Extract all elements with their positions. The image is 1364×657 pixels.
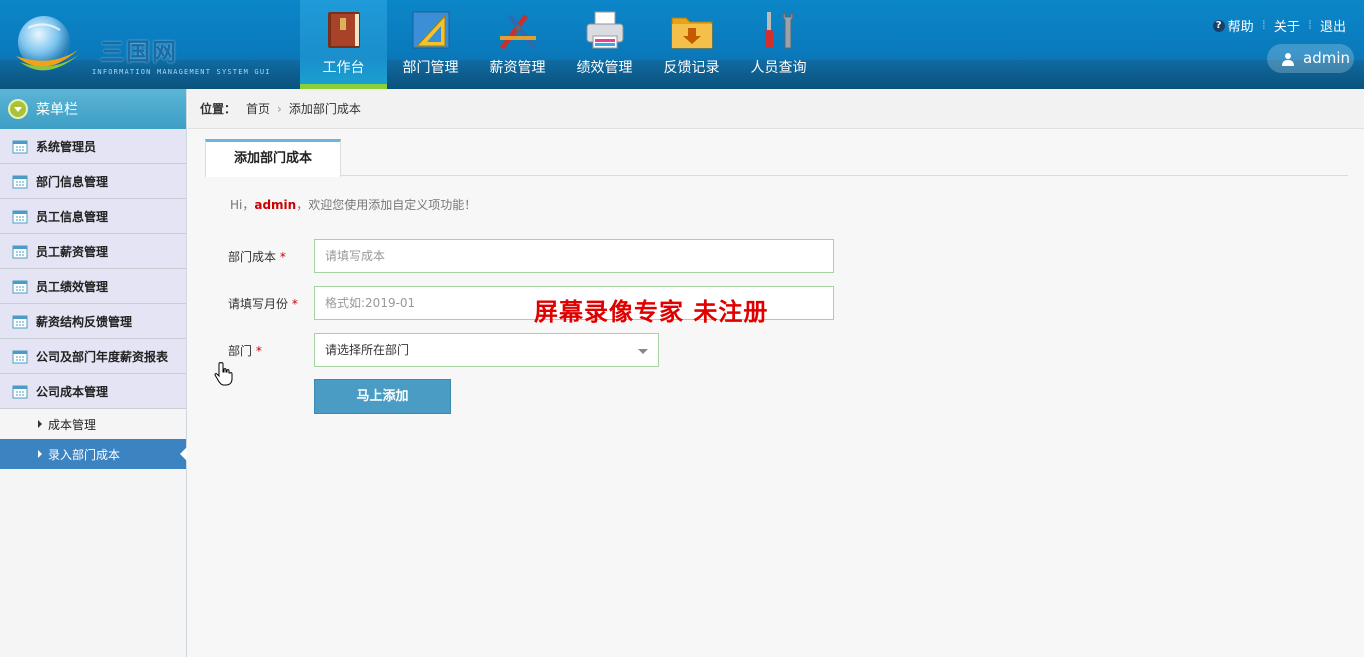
- folder-download-icon: [671, 17, 713, 49]
- calendar-icon: [12, 385, 28, 398]
- calendar-icon: [12, 245, 28, 258]
- nav-item-staff-query[interactable]: 人员查询: [735, 0, 822, 89]
- sidebar: 菜单栏 系统管理员 部门信息管理 员工信息管理 员工薪资管理 员工绩效管理 薪资…: [0, 89, 187, 657]
- nav-item-feedback[interactable]: 反馈记录: [648, 0, 735, 89]
- logout-link[interactable]: 退出: [1320, 16, 1346, 35]
- calendar-icon: [12, 280, 28, 293]
- sidebar-item-label: 系统管理员: [36, 139, 97, 154]
- calendar-icon: [12, 315, 28, 328]
- sidebar-header[interactable]: 菜单栏: [0, 89, 186, 129]
- sidebar-item-label: 部门信息管理: [36, 174, 109, 189]
- tools-icon: [500, 14, 536, 50]
- link-separator: ⁞: [1307, 18, 1312, 33]
- cost-label: 部门成本 *: [228, 248, 314, 265]
- tab-add-department-cost[interactable]: 添加部门成本: [205, 139, 341, 177]
- nav-label: 部门管理: [402, 60, 459, 76]
- sidebar-subitem-label: 录入部门成本: [48, 447, 121, 462]
- department-select[interactable]: 请选择所在部门: [314, 333, 659, 367]
- link-separator: ⁞: [1261, 18, 1266, 33]
- hand-cursor-icon: [214, 362, 233, 386]
- sidebar-subitem-enter-department-cost[interactable]: 录入部门成本: [0, 439, 187, 469]
- chevron-down-icon: [8, 99, 28, 119]
- nav-label: 绩效管理: [576, 60, 633, 76]
- department-label: 部门 *: [228, 342, 314, 359]
- nav-item-workbench[interactable]: 工作台: [300, 0, 387, 89]
- breadcrumb-chevron-icon: ›: [277, 101, 282, 116]
- nav-label: 人员查询: [750, 60, 807, 76]
- nav-item-salary[interactable]: 薪资管理: [474, 0, 561, 89]
- help-link[interactable]: 帮助: [1228, 16, 1254, 35]
- cost-row: 部门成本 * 请填写成本: [228, 239, 834, 273]
- required-mark: *: [291, 296, 298, 311]
- calendar-icon: [12, 210, 28, 223]
- globe-logo-icon: [16, 16, 80, 71]
- sidebar-item-department-info[interactable]: 部门信息管理: [0, 164, 186, 199]
- month-label-text: 请填写月份: [228, 296, 289, 311]
- watermark-text: 屏幕录像专家 未注册: [534, 297, 769, 326]
- nav-label: 薪资管理: [489, 60, 546, 76]
- logo-subtitle: INFORMATION MANAGEMENT SYSTEM GUI: [92, 68, 271, 76]
- sidebar-item-salary-feedback[interactable]: 薪资结构反馈管理: [0, 304, 186, 339]
- sidebar-item-label: 薪资结构反馈管理: [36, 314, 133, 329]
- department-select-value: 请选择所在部门: [325, 343, 410, 357]
- breadcrumb-location-label: 位置：: [200, 102, 237, 116]
- breadcrumb: 位置： 首页 › 添加部门成本: [188, 89, 1364, 129]
- sidebar-item-label: 公司成本管理: [36, 384, 109, 399]
- calendar-icon: [12, 140, 28, 153]
- sidebar-item-employee-performance[interactable]: 员工绩效管理: [0, 269, 186, 304]
- required-mark: *: [279, 249, 286, 264]
- tab-bar: 添加部门成本: [205, 139, 1348, 177]
- sidebar-item-label: 员工绩效管理: [36, 279, 109, 294]
- sidebar-subitem-cost-management[interactable]: 成本管理: [0, 409, 186, 439]
- calendar-icon: [12, 350, 28, 363]
- sidebar-item-annual-salary-report[interactable]: 公司及部门年度薪资报表: [0, 339, 186, 374]
- sidebar-title: 菜单栏: [36, 102, 78, 118]
- breadcrumb-current: 添加部门成本: [288, 102, 361, 116]
- nav-item-department[interactable]: 部门管理: [387, 0, 474, 89]
- logo-title: 三国网: [100, 39, 178, 66]
- calendar-icon: [12, 175, 28, 188]
- required-mark: *: [255, 343, 262, 358]
- cost-label-text: 部门成本: [228, 249, 277, 264]
- nav-label: 工作台: [322, 60, 365, 76]
- submit-button[interactable]: 马上添加: [314, 379, 451, 414]
- department-label-text: 部门: [228, 343, 253, 358]
- sidebar-item-label: 公司及部门年度薪资报表: [36, 349, 169, 364]
- cost-input[interactable]: 请填写成本: [314, 239, 834, 273]
- ruler-icon: [412, 11, 450, 49]
- sidebar-item-label: 员工薪资管理: [36, 244, 109, 259]
- book-icon: [328, 12, 360, 48]
- welcome-message: Hi，admin，欢迎您使用添加自定义项功能！: [230, 196, 476, 213]
- breadcrumb-home-link[interactable]: 首页: [246, 100, 270, 117]
- about-link[interactable]: 关于: [1274, 16, 1300, 35]
- sidebar-subitem-label: 成本管理: [48, 417, 97, 432]
- caret-right-icon: [38, 450, 42, 458]
- printer-icon: [586, 11, 624, 49]
- wrench-screwdriver-icon: [765, 10, 794, 49]
- sidebar-item-company-cost[interactable]: 公司成本管理: [0, 374, 186, 409]
- help-icon: ?: [1212, 19, 1225, 32]
- user-icon: [1282, 52, 1294, 66]
- sidebar-item-employee-salary[interactable]: 员工薪资管理: [0, 234, 186, 269]
- welcome-suffix: ，欢迎您使用添加自定义项功能！: [296, 198, 477, 212]
- top-links: ? 帮助 ⁞ 关于 ⁞ 退出: [1212, 16, 1346, 35]
- department-row: 部门 * 请选择所在部门: [228, 333, 659, 367]
- welcome-prefix: Hi，: [230, 198, 255, 212]
- user-badge[interactable]: admin: [1267, 44, 1354, 73]
- sidebar-item-label: 员工信息管理: [36, 209, 109, 224]
- sidebar-item-employee-info[interactable]: 员工信息管理: [0, 199, 186, 234]
- username: admin: [1303, 49, 1350, 67]
- top-nav: 工作台 部门管理 薪资管理 绩效管理 反馈记录 人员查询: [300, 0, 822, 89]
- nav-item-performance[interactable]: 绩效管理: [561, 0, 648, 89]
- welcome-user: admin: [254, 198, 297, 212]
- month-label: 请填写月份 *: [228, 295, 314, 312]
- chevron-down-icon: [638, 349, 648, 354]
- logo: 三国网 INFORMATION MANAGEMENT SYSTEM GUI: [10, 10, 300, 82]
- header: 三国网 INFORMATION MANAGEMENT SYSTEM GUI 工作…: [0, 0, 1364, 89]
- nav-label: 反馈记录: [663, 60, 720, 76]
- sidebar-item-system-admin[interactable]: 系统管理员: [0, 129, 186, 164]
- caret-right-icon: [38, 420, 42, 428]
